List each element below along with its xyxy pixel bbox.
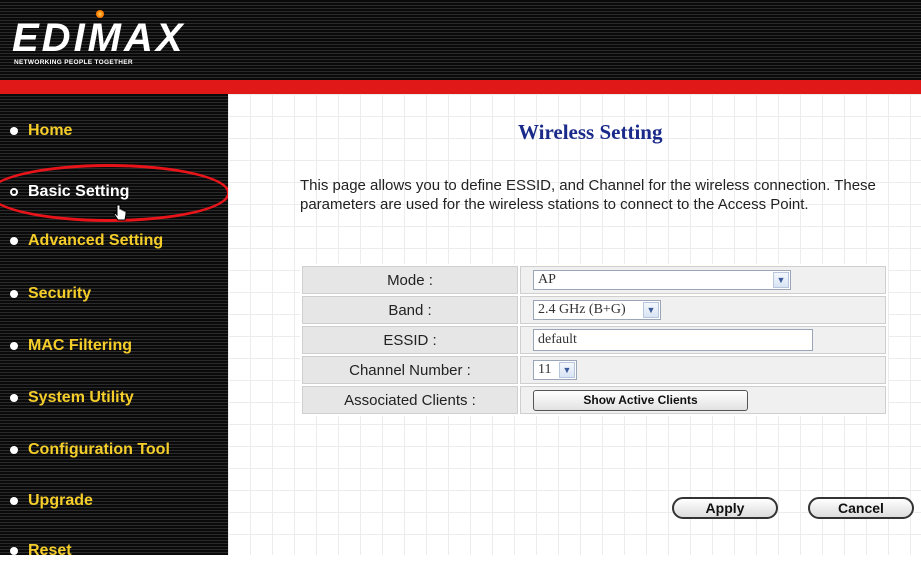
sidebar-item-label: Basic Setting <box>28 183 130 200</box>
sidebar-item-basic-setting[interactable]: Basic Setting <box>10 179 129 205</box>
bullet-icon <box>10 547 18 555</box>
channel-select[interactable]: 11 ▼ <box>533 360 577 380</box>
form-row-band: Band : 2.4 GHz (B+G) ▼ <box>302 296 886 324</box>
chevron-down-icon: ▼ <box>643 302 659 318</box>
logo-text: EDIMAX <box>12 16 186 60</box>
channel-select-value: 11 <box>538 362 552 377</box>
sidebar-item-reset[interactable]: Reset <box>10 538 72 564</box>
sidebar-nav: Home Basic Setting Advanced Setting Secu… <box>0 94 230 559</box>
band-select-value: 2.4 GHz (B+G) <box>538 302 626 317</box>
bullet-icon <box>10 237 18 245</box>
sidebar-item-label: Upgrade <box>28 492 93 509</box>
hand-cursor-icon <box>113 204 127 221</box>
header-bar: EDIMAX NETWORKING PEOPLE TOGETHER <box>0 0 921 80</box>
page-description: This page allows you to define ESSID, an… <box>300 177 876 213</box>
sidebar-item-configuration-tool[interactable]: Configuration Tool <box>10 437 170 463</box>
band-select[interactable]: 2.4 GHz (B+G) ▼ <box>533 300 661 320</box>
sidebar-item-label: Reset <box>28 542 72 559</box>
cancel-button[interactable]: Cancel <box>808 497 914 519</box>
bullet-icon <box>10 394 18 402</box>
sidebar-item-home[interactable]: Home <box>10 118 72 144</box>
page-title: Wireless Setting <box>518 120 663 144</box>
wireless-settings-form: Mode : AP ▼ Band : 2.4 GHz (B+G) ▼ ESSID… <box>300 264 888 416</box>
channel-label: Channel Number : <box>302 356 518 384</box>
bullet-icon <box>10 446 18 454</box>
sidebar-item-label: Advanced Setting <box>28 232 164 249</box>
associated-clients-label: Associated Clients : <box>302 386 518 414</box>
logo-tagline: NETWORKING PEOPLE TOGETHER <box>14 59 133 66</box>
chevron-down-icon: ▼ <box>559 362 575 378</box>
header-red-stripe <box>0 80 921 94</box>
show-active-clients-button[interactable]: Show Active Clients <box>533 389 748 411</box>
chevron-down-icon: ▼ <box>773 272 789 288</box>
form-row-mode: Mode : AP ▼ <box>302 266 886 294</box>
edimax-logo: EDIMAX NETWORKING PEOPLE TOGETHER <box>12 10 186 66</box>
essid-label: ESSID : <box>302 326 518 354</box>
bullet-open-icon <box>10 188 18 196</box>
bullet-icon <box>10 497 18 505</box>
sidebar-item-label: Home <box>28 122 73 139</box>
sidebar-item-advanced-setting[interactable]: Advanced Setting <box>10 228 163 254</box>
sidebar-item-label: Configuration Tool <box>28 441 170 458</box>
bullet-icon <box>10 127 18 135</box>
sidebar-item-label: System Utility <box>28 389 134 406</box>
sidebar-item-security[interactable]: Security <box>10 281 91 307</box>
essid-input[interactable]: default <box>533 329 813 351</box>
main-content: Wireless Setting This page allows you to… <box>228 94 921 555</box>
form-row-associated-clients: Associated Clients : Show Active Clients <box>302 386 886 414</box>
apply-button[interactable]: Apply <box>672 497 778 519</box>
sidebar-item-label: Security <box>28 285 92 302</box>
bullet-icon <box>10 290 18 298</box>
mode-select-value: AP <box>538 272 556 287</box>
form-row-essid: ESSID : default <box>302 326 886 354</box>
form-row-channel: Channel Number : 11 ▼ <box>302 356 886 384</box>
mode-select[interactable]: AP ▼ <box>533 270 791 290</box>
sidebar-item-system-utility[interactable]: System Utility <box>10 385 134 411</box>
bullet-icon <box>10 342 18 350</box>
logo-dot-icon <box>96 10 104 18</box>
band-label: Band : <box>302 296 518 324</box>
sidebar-item-upgrade[interactable]: Upgrade <box>10 488 93 514</box>
sidebar-item-mac-filtering[interactable]: MAC Filtering <box>10 333 132 359</box>
sidebar-item-label: MAC Filtering <box>28 337 132 354</box>
mode-label: Mode : <box>302 266 518 294</box>
